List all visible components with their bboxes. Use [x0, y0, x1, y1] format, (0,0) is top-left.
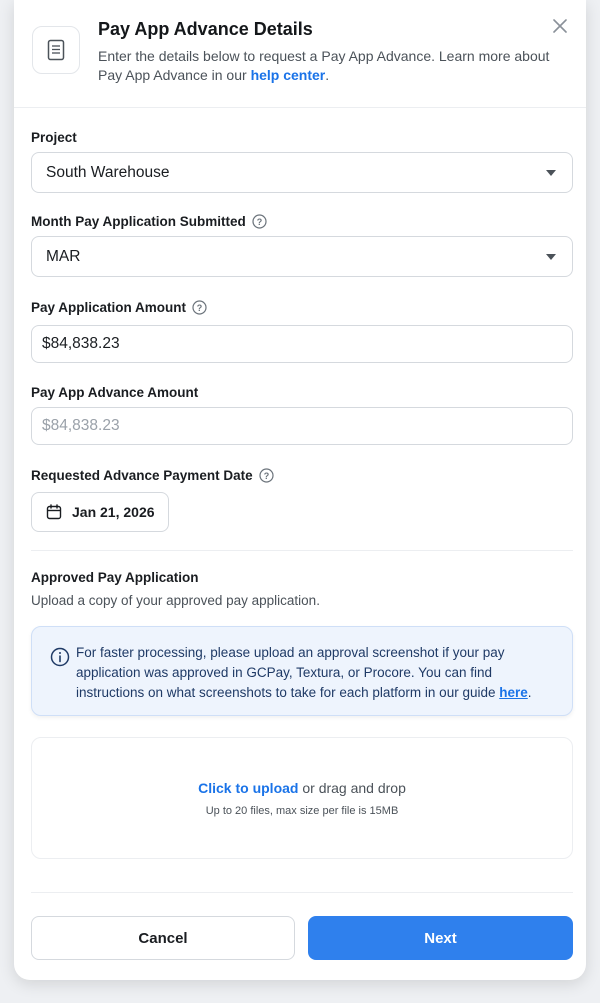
help-circle-icon[interactable]: ? [258, 468, 274, 483]
info-text: For faster processing, please upload an … [76, 643, 556, 703]
approved-subtitle: Upload a copy of your approved pay appli… [31, 593, 320, 608]
pay-app-advance-modal: Pay App Advance Details Enter the detail… [14, 0, 586, 980]
document-icon [32, 26, 80, 74]
footer-divider [31, 892, 573, 893]
month-value: MAR [46, 247, 81, 265]
month-label: Month Pay Application Submitted ? [31, 214, 267, 229]
svg-text:?: ? [257, 217, 263, 227]
calendar-icon [46, 504, 62, 520]
advance-label: Pay App Advance Amount [31, 385, 198, 400]
help-center-link[interactable]: help center [251, 67, 326, 83]
info-banner: For faster processing, please upload an … [31, 626, 573, 716]
modal-title: Pay App Advance Details [98, 19, 313, 39]
info-body: For faster processing, please upload an … [76, 645, 505, 700]
amount-label: Pay Application Amount ? [31, 300, 207, 315]
section-divider [31, 550, 573, 551]
caret-down-icon [546, 169, 556, 176]
amount-label-text: Pay Application Amount [31, 300, 187, 315]
svg-text:?: ? [197, 303, 203, 313]
advance-value: $84,838.23 [42, 417, 120, 434]
project-label-text: Project [31, 130, 77, 145]
dropzone-text: Click to upload or drag and drop [32, 780, 572, 796]
amount-value: $84,838.23 [42, 335, 120, 352]
date-value: Jan 21, 2026 [72, 504, 155, 520]
info-icon [50, 647, 70, 672]
next-button[interactable]: Next [308, 916, 573, 960]
modal-subtitle: Enter the details below to request a Pay… [98, 47, 573, 85]
click-to-upload-link[interactable]: Click to upload [198, 780, 298, 796]
date-picker-button[interactable]: Jan 21, 2026 [31, 492, 169, 532]
month-select[interactable]: MAR [31, 236, 573, 277]
guide-link[interactable]: here [499, 685, 528, 700]
close-icon[interactable] [550, 16, 570, 36]
month-label-text: Month Pay Application Submitted [31, 214, 246, 229]
project-label: Project [31, 130, 77, 145]
caret-down-icon [546, 253, 556, 260]
advance-input: $84,838.23 [31, 407, 573, 445]
drag-drop-text: or drag and drop [298, 780, 406, 796]
help-circle-icon[interactable]: ? [252, 214, 267, 229]
advance-label-text: Pay App Advance Amount [31, 385, 199, 400]
cancel-button[interactable]: Cancel [31, 916, 295, 960]
project-value: South Warehouse [46, 163, 170, 181]
amount-input[interactable]: $84,838.23 [31, 325, 573, 363]
date-label-text: Requested Advance Payment Date [31, 468, 253, 483]
help-circle-icon[interactable]: ? [192, 300, 207, 315]
date-label: Requested Advance Payment Date ? [31, 468, 274, 483]
subtitle-end: . [325, 67, 330, 83]
upload-limits: Up to 20 files, max size per file is 15M… [205, 805, 399, 817]
modal-header: Pay App Advance Details Enter the detail… [14, 0, 586, 108]
file-dropzone[interactable]: Click to upload or drag and drop Up to 2… [31, 737, 573, 859]
approved-title: Approved Pay Application [31, 570, 199, 585]
info-end: . [527, 685, 532, 700]
project-select[interactable]: South Warehouse [31, 152, 573, 193]
svg-text:?: ? [263, 471, 269, 481]
